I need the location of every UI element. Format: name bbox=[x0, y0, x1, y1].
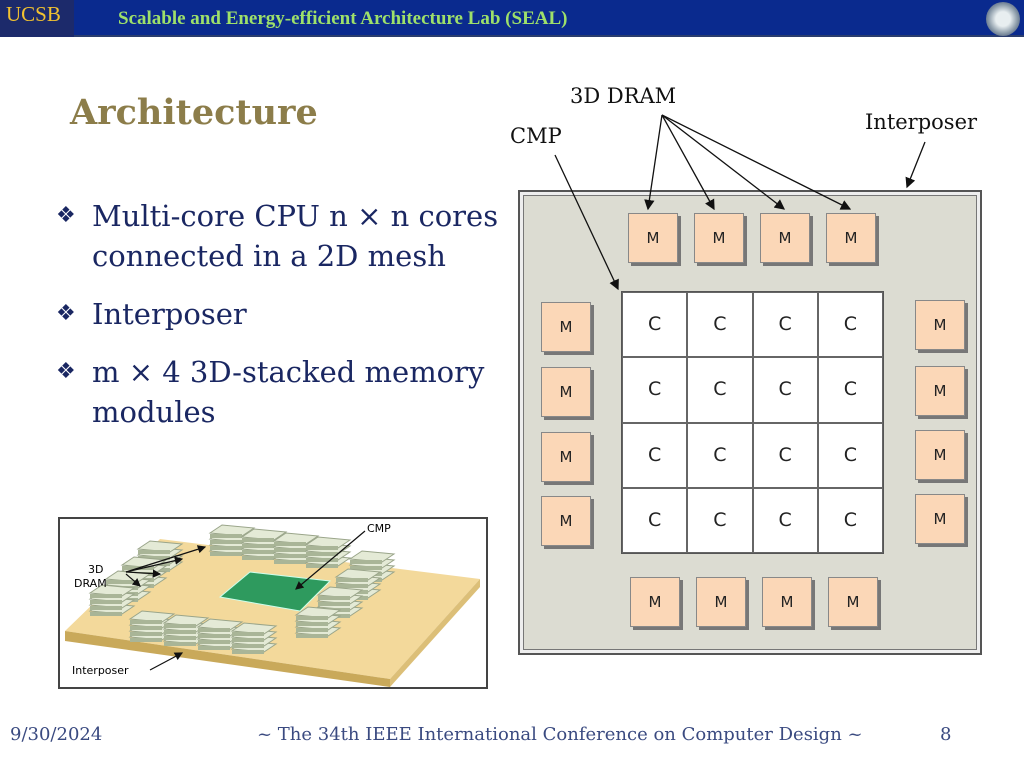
arrow-dram-1 bbox=[644, 114, 663, 211]
figure-interposer-label: Interposer bbox=[72, 664, 129, 677]
3d-stacking-figure: CMP 3D DRAM Interposer bbox=[58, 517, 488, 689]
arrow-dram-3 bbox=[661, 114, 786, 210]
arrow-dram-2 bbox=[661, 114, 715, 211]
arrow-interposer bbox=[905, 141, 926, 189]
footer-page-number: 8 bbox=[940, 724, 952, 745]
footer-conference: ~ The 34th IEEE International Conference… bbox=[257, 724, 863, 745]
figure-dram-label-2: DRAM bbox=[74, 577, 107, 590]
figure-cmp-label: CMP bbox=[367, 522, 391, 535]
arrow-dram-4 bbox=[661, 114, 852, 210]
arrow-cmp bbox=[554, 154, 619, 291]
footer-date: 9/30/2024 bbox=[10, 724, 103, 745]
figure-dram-label-1: 3D bbox=[88, 563, 103, 576]
